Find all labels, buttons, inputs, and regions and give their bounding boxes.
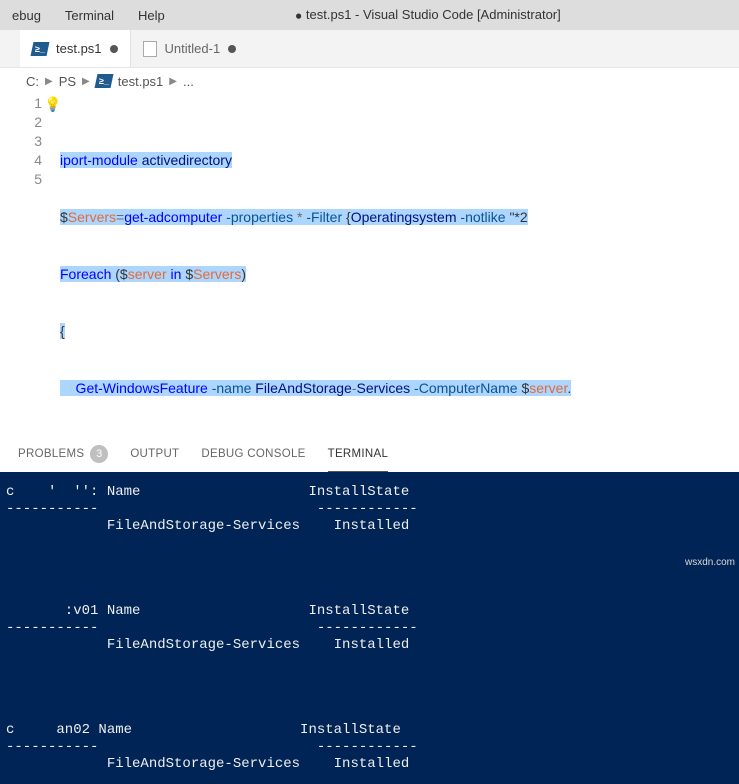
panel-tab-problems[interactable]: PROBLEMS 3: [18, 436, 108, 472]
code-line[interactable]: iport-module activedirectory: [60, 151, 739, 170]
line-number: 3: [0, 132, 42, 151]
breadcrumb-file[interactable]: test.ps1: [118, 74, 164, 89]
tab-test-ps1[interactable]: ≥_ test.ps1: [20, 30, 130, 67]
panel-tab-label: OUTPUT: [130, 448, 179, 460]
tab-dirty-icon[interactable]: [228, 45, 236, 53]
code-line[interactable]: Get-WindowsFeature -name FileAndStorage-…: [60, 379, 739, 398]
menu-bar: ebug Terminal Help ● test.ps1 - Visual S…: [0, 0, 739, 30]
line-number: 1: [0, 94, 42, 113]
panel-tab-terminal[interactable]: TERMINAL: [328, 436, 389, 472]
dirty-indicator-icon: ●: [295, 9, 302, 23]
chevron-right-icon: ▶: [169, 76, 177, 87]
chevron-right-icon: ▶: [82, 76, 90, 87]
window-title: ● test.ps1 - Visual Studio Code [Adminis…: [177, 7, 739, 23]
lightbulb-icon[interactable]: 💡: [44, 95, 61, 114]
panel-tab-debug-console[interactable]: DEBUG CONSOLE: [201, 436, 305, 472]
window-title-text: test.ps1 - Visual Studio Code [Administr…: [306, 7, 561, 22]
line-number: 2: [0, 113, 42, 132]
menu-help[interactable]: Help: [126, 8, 177, 23]
tab-dirty-icon[interactable]: [110, 45, 118, 53]
menu-terminal[interactable]: Terminal: [53, 8, 126, 23]
powershell-icon: ≥_: [94, 74, 113, 88]
panel-tab-label: TERMINAL: [328, 448, 389, 460]
panel-tab-label: PROBLEMS: [18, 448, 84, 460]
menu-debug[interactable]: ebug: [0, 8, 53, 23]
panel-tabs: PROBLEMS 3 OUTPUT DEBUG CONSOLE TERMINAL: [0, 436, 739, 472]
tab-label: Untitled-1: [165, 41, 221, 56]
chevron-right-icon: ▶: [45, 76, 53, 87]
breadcrumb-folder[interactable]: PS: [59, 74, 76, 89]
code-line[interactable]: Foreach ($server in $Servers): [60, 265, 739, 284]
panel-tab-label: DEBUG CONSOLE: [201, 448, 305, 460]
line-number: 5: [0, 170, 42, 189]
code-line[interactable]: $Servers=get-adcomputer -properties * -F…: [60, 208, 739, 227]
editor-tabs-bar: ≥_ test.ps1 Untitled-1: [0, 30, 739, 68]
line-gutter: 1 2 3 4 5: [0, 94, 60, 436]
watermark: wsxdn.com: [685, 557, 735, 568]
problems-count-badge: 3: [90, 445, 108, 463]
code-area[interactable]: 💡 iport-module activedirectory $Servers=…: [60, 94, 739, 436]
code-line[interactable]: {: [60, 322, 739, 341]
terminal-output[interactable]: c ' '': Name InstallState ----------- --…: [0, 472, 739, 784]
breadcrumb[interactable]: C: ▶ PS ▶ ≥_ test.ps1 ▶ ...: [0, 68, 739, 94]
code-editor[interactable]: 1 2 3 4 5 💡 iport-module activedirectory…: [0, 94, 739, 436]
line-number: 4: [0, 151, 42, 170]
file-icon: [143, 41, 157, 57]
breadcrumb-root[interactable]: C:: [26, 74, 39, 89]
breadcrumb-tail[interactable]: ...: [183, 74, 194, 89]
powershell-icon: ≥_: [31, 42, 50, 56]
tab-label: test.ps1: [56, 41, 102, 56]
panel-tab-output[interactable]: OUTPUT: [130, 436, 179, 472]
tab-untitled-1[interactable]: Untitled-1: [131, 30, 249, 67]
